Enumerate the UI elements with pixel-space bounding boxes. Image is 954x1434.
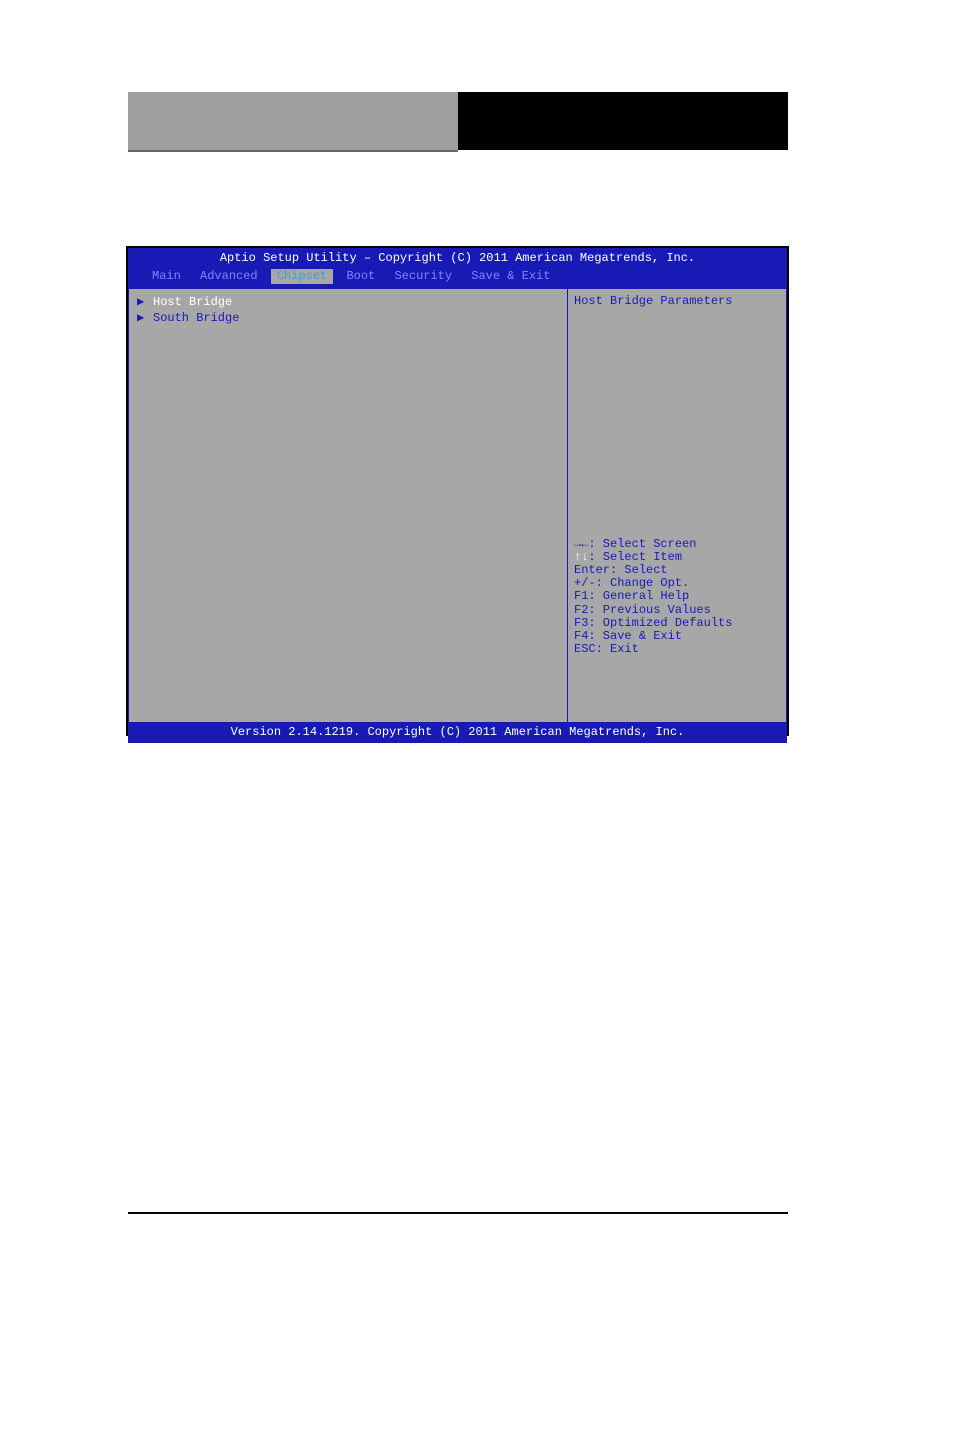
tab-boot[interactable]: Boot <box>340 269 381 284</box>
key-text: : Optimized Defaults <box>588 616 732 630</box>
bios-title: Aptio Setup Utility – Copyright (C) 2011… <box>128 248 787 267</box>
submenu-arrow-icon: ▶ <box>137 312 147 325</box>
bios-menu-pane: ▶ Host Bridge ▶ South Bridge <box>128 288 567 723</box>
key-text: : Change Opt. <box>596 576 690 590</box>
page-header-right <box>458 92 788 152</box>
key-text: : Select Screen <box>588 537 696 551</box>
page-header-left <box>128 92 458 152</box>
key-text: : Save & Exit <box>588 629 682 643</box>
menu-item-south-bridge[interactable]: ▶ South Bridge <box>137 311 559 326</box>
tab-chipset[interactable]: Chipset <box>271 269 333 284</box>
menu-item-label: Host Bridge <box>153 296 232 309</box>
key-text: : Select Item <box>588 550 682 564</box>
tab-security[interactable]: Security <box>388 269 458 284</box>
key-symbol: F3 <box>574 616 588 630</box>
page-footer-rule <box>128 1212 788 1214</box>
bios-menubar[interactable]: Main Advanced Chipset Boot Security Save… <box>128 267 787 288</box>
tab-save-exit[interactable]: Save & Exit <box>465 269 556 284</box>
tab-advanced[interactable]: Advanced <box>194 269 264 284</box>
arrow-leftright-icon: →← <box>574 537 588 551</box>
key-text: : Select <box>610 563 668 577</box>
menu-item-host-bridge[interactable]: ▶ Host Bridge <box>137 295 559 310</box>
arrow-updown-icon: ↑↓ <box>574 550 588 564</box>
key-line: ESC: Exit <box>574 643 780 656</box>
key-text: : Exit <box>596 642 639 656</box>
bios-footer: Version 2.14.1219. Copyright (C) 2011 Am… <box>128 723 787 742</box>
submenu-arrow-icon: ▶ <box>137 296 147 309</box>
key-symbol: +/- <box>574 576 596 590</box>
bios-body: ▶ Host Bridge ▶ South Bridge Host Bridge… <box>128 288 787 723</box>
key-symbol: F4 <box>574 629 588 643</box>
key-symbol: Enter <box>574 563 610 577</box>
key-symbol: F1 <box>574 589 588 603</box>
key-text: : Previous Values <box>588 603 710 617</box>
tab-main[interactable]: Main <box>146 269 187 284</box>
bios-help-pane: Host Bridge Parameters →←: Select Screen… <box>567 288 787 723</box>
bios-help-description: Host Bridge Parameters <box>574 295 780 308</box>
key-symbol: F2 <box>574 603 588 617</box>
menu-item-label: South Bridge <box>153 312 239 325</box>
bios-help-spacer <box>574 309 780 538</box>
page-header-band <box>128 92 788 152</box>
bios-window: Aptio Setup Utility – Copyright (C) 2011… <box>126 246 789 736</box>
key-text: : General Help <box>588 589 689 603</box>
key-symbol: ESC <box>574 642 596 656</box>
bios-key-legend: →←: Select Screen ↑↓: Select Item Enter:… <box>574 538 780 657</box>
